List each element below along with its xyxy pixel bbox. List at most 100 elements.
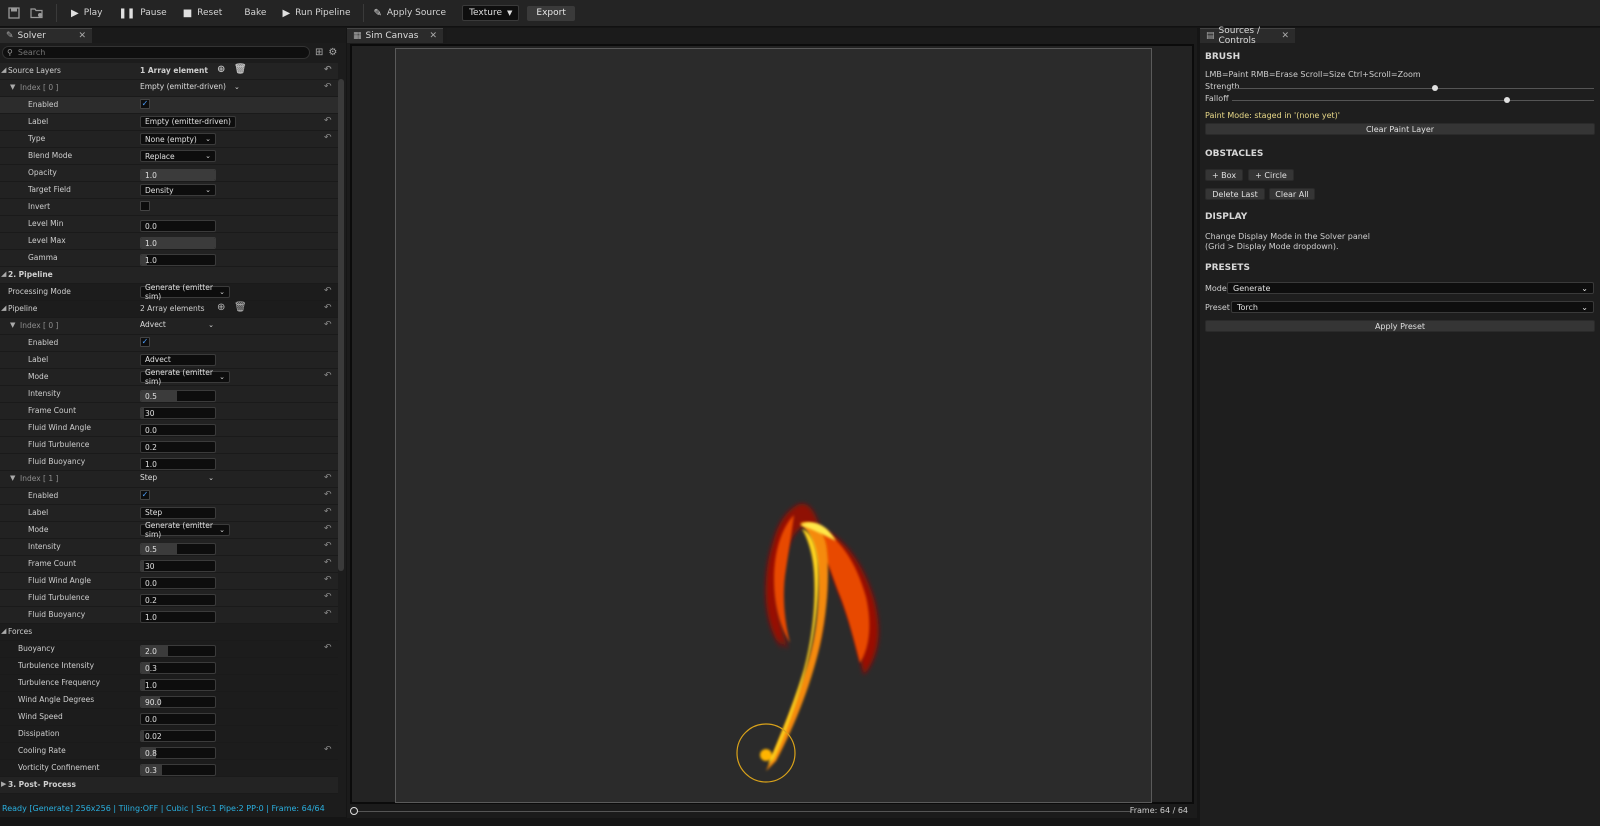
gear-icon[interactable]: ⚙ bbox=[328, 47, 337, 58]
reset-icon[interactable]: ↶ bbox=[324, 320, 332, 330]
preset-mode-dropdown[interactable]: Generate ⌄ bbox=[1227, 282, 1594, 294]
open-folder-icon[interactable] bbox=[28, 4, 46, 22]
reset-icon[interactable]: ↶ bbox=[324, 541, 332, 551]
reset-icon[interactable]: ↶ bbox=[324, 507, 332, 517]
trash-icon[interactable]: 🗑 bbox=[234, 302, 247, 313]
tab-sources-controls[interactable]: ▤ Sources / Controls ✕ bbox=[1200, 26, 1295, 46]
level-max-slider[interactable]: 1.0 bbox=[140, 237, 216, 249]
reset-icon[interactable]: ↶ bbox=[324, 575, 332, 585]
search-field[interactable]: ⚲ bbox=[2, 45, 310, 59]
trash-icon[interactable]: 🗑 bbox=[234, 64, 247, 75]
wind-angle-degrees-slider[interactable]: 90.0 bbox=[140, 696, 216, 708]
intensity-slider[interactable]: 0.5 bbox=[140, 543, 216, 555]
tab-solver[interactable]: ✎ Solver ✕ bbox=[0, 28, 92, 43]
canvas-viewport[interactable] bbox=[350, 44, 1194, 804]
reset-icon[interactable]: ↶ bbox=[324, 303, 332, 313]
collapse-triangle-icon[interactable]: ▶ bbox=[1, 780, 6, 788]
apply-preset-button[interactable]: Apply Preset bbox=[1205, 320, 1595, 332]
cooling-rate-slider[interactable]: 0.8 bbox=[140, 747, 216, 759]
search-input[interactable] bbox=[17, 47, 298, 57]
fluid-buoyancy-input[interactable]: 1.0 bbox=[140, 458, 216, 470]
forces-section-row[interactable]: ◢ Forces bbox=[0, 624, 338, 641]
texture-dropdown[interactable]: Texture ▼ bbox=[462, 5, 520, 21]
preset-dropdown[interactable]: Torch ⌄ bbox=[1231, 301, 1594, 313]
timeline-track[interactable] bbox=[356, 811, 1131, 812]
dissipation-slider[interactable]: 0.02 bbox=[140, 730, 216, 742]
play-button[interactable]: ▶ Play bbox=[65, 3, 108, 23]
source-layer-dropdown[interactable]: Empty (emitter-driven) ⌄ bbox=[140, 82, 240, 91]
pipeline-section-row[interactable]: ◢ 2. Pipeline bbox=[0, 267, 338, 284]
fluid-wind-angle-input[interactable]: 0.0 bbox=[140, 577, 216, 589]
type-dropdown[interactable]: None (empty) ⌄ bbox=[140, 133, 216, 145]
reset-icon[interactable]: ↶ bbox=[324, 524, 332, 534]
reset-icon[interactable]: ↶ bbox=[324, 745, 332, 755]
enabled-checkbox[interactable]: ✓ bbox=[140, 337, 150, 347]
falloff-slider-handle[interactable] bbox=[1504, 97, 1511, 103]
reset-icon[interactable]: ↶ bbox=[324, 490, 332, 500]
left-scrollbar[interactable] bbox=[338, 79, 344, 571]
buoyancy-slider[interactable]: 2.0 bbox=[140, 645, 216, 657]
fluid-buoyancy-input[interactable]: 1.0 bbox=[140, 611, 216, 623]
close-icon[interactable]: ✕ bbox=[1281, 31, 1289, 41]
expand-triangle-icon[interactable]: ◢ bbox=[1, 270, 6, 278]
expand-triangle-icon[interactable]: ▼ bbox=[10, 83, 15, 91]
reset-icon[interactable]: ↶ bbox=[324, 609, 332, 619]
timeline-scrubber-handle[interactable] bbox=[350, 807, 358, 815]
invert-checkbox[interactable] bbox=[140, 201, 150, 211]
fluid-turbulence-input[interactable]: 0.2 bbox=[140, 594, 216, 606]
pipeline-step-dropdown[interactable]: Step ⌄ bbox=[140, 473, 214, 482]
blend-mode-dropdown[interactable]: Replace ⌄ bbox=[140, 150, 216, 162]
source-layer-index-0-row[interactable]: ▼ Index [ 0 ] Empty (emitter-driven) ⌄ ↶ bbox=[0, 80, 338, 97]
save-icon[interactable] bbox=[5, 4, 23, 22]
pause-button[interactable]: ❚❚ Pause bbox=[112, 3, 172, 23]
source-layers-row[interactable]: ◢ Source Layers 1 Array element ⊕ 🗑 ↶ bbox=[0, 63, 338, 80]
enabled-checkbox[interactable]: ✓ bbox=[140, 99, 150, 109]
fluid-turbulence-input[interactable]: 0.2 bbox=[140, 441, 216, 453]
reset-button[interactable]: ■ Reset bbox=[177, 3, 229, 23]
mode-dropdown[interactable]: Generate (emitter sim) ⌄ bbox=[140, 521, 230, 539]
fluid-wind-angle-input[interactable]: 0.0 bbox=[140, 424, 216, 436]
frame-count-slider[interactable]: 30 bbox=[140, 407, 216, 419]
add-element-icon[interactable]: ⊕ bbox=[217, 64, 225, 75]
mode-dropdown[interactable]: Generate (emitter sim) ⌄ bbox=[140, 368, 230, 386]
timeline-bar[interactable]: Frame: 64 / 64 bbox=[350, 806, 1194, 818]
falloff-slider[interactable] bbox=[1232, 100, 1594, 101]
strength-slider-handle[interactable] bbox=[1431, 85, 1438, 91]
simulation-canvas[interactable] bbox=[395, 48, 1152, 803]
expand-triangle-icon[interactable]: ▼ bbox=[10, 474, 15, 482]
reset-icon[interactable]: ↶ bbox=[324, 65, 332, 75]
apply-source-button[interactable]: ✎ Apply Source bbox=[368, 3, 453, 23]
frame-count-slider[interactable]: 30 bbox=[140, 560, 216, 572]
processing-mode-dropdown[interactable]: Generate (emitter sim) ⌄ bbox=[140, 283, 230, 301]
close-icon[interactable]: ✕ bbox=[78, 31, 86, 41]
pipeline-index-1-row[interactable]: ▼ Index [ 1 ] Step ⌄ ↶ bbox=[0, 471, 338, 488]
reset-icon[interactable]: ↶ bbox=[324, 82, 332, 92]
pipeline-index-0-row[interactable]: ▼ Index [ 0 ] Advect ⌄ ↶ bbox=[0, 318, 338, 335]
opacity-slider[interactable]: 1.0 bbox=[140, 169, 216, 181]
label-input[interactable]: Empty (emitter-driven) bbox=[140, 116, 236, 128]
label-input[interactable]: Advect bbox=[140, 354, 216, 366]
export-button[interactable]: Export bbox=[527, 5, 575, 21]
add-element-icon[interactable]: ⊕ bbox=[217, 302, 225, 313]
reset-icon[interactable]: ↶ bbox=[324, 473, 332, 483]
reset-icon[interactable]: ↶ bbox=[324, 643, 332, 653]
expand-triangle-icon[interactable]: ◢ bbox=[1, 627, 6, 635]
expand-triangle-icon[interactable]: ◢ bbox=[1, 66, 6, 74]
reset-icon[interactable]: ↶ bbox=[324, 592, 332, 602]
expand-triangle-icon[interactable]: ◢ bbox=[1, 304, 6, 312]
bake-button[interactable]: Bake bbox=[238, 3, 272, 23]
run-pipeline-button[interactable]: ▶ Run Pipeline bbox=[276, 3, 356, 23]
pipeline-row[interactable]: ◢ Pipeline 2 Array elements ⊕ 🗑 ↶ bbox=[0, 301, 338, 318]
turbulence-intensity-slider[interactable]: 0.3 bbox=[140, 662, 216, 674]
add-circle-button[interactable]: + Circle bbox=[1248, 169, 1294, 181]
add-box-button[interactable]: + Box bbox=[1205, 169, 1243, 181]
wind-speed-input[interactable]: 0.0 bbox=[140, 713, 216, 725]
enabled-checkbox[interactable]: ✓ bbox=[140, 490, 150, 500]
reset-icon[interactable]: ↶ bbox=[324, 371, 332, 381]
post-process-section-row[interactable]: ▶ 3. Post- Process bbox=[0, 777, 338, 794]
clear-paint-layer-button[interactable]: Clear Paint Layer bbox=[1205, 123, 1595, 135]
delete-last-button[interactable]: Delete Last bbox=[1205, 188, 1265, 200]
reset-icon[interactable]: ↶ bbox=[324, 286, 332, 296]
vorticity-confinement-slider[interactable]: 0.3 bbox=[140, 764, 216, 776]
turbulence-frequency-slider[interactable]: 1.0 bbox=[140, 679, 216, 691]
